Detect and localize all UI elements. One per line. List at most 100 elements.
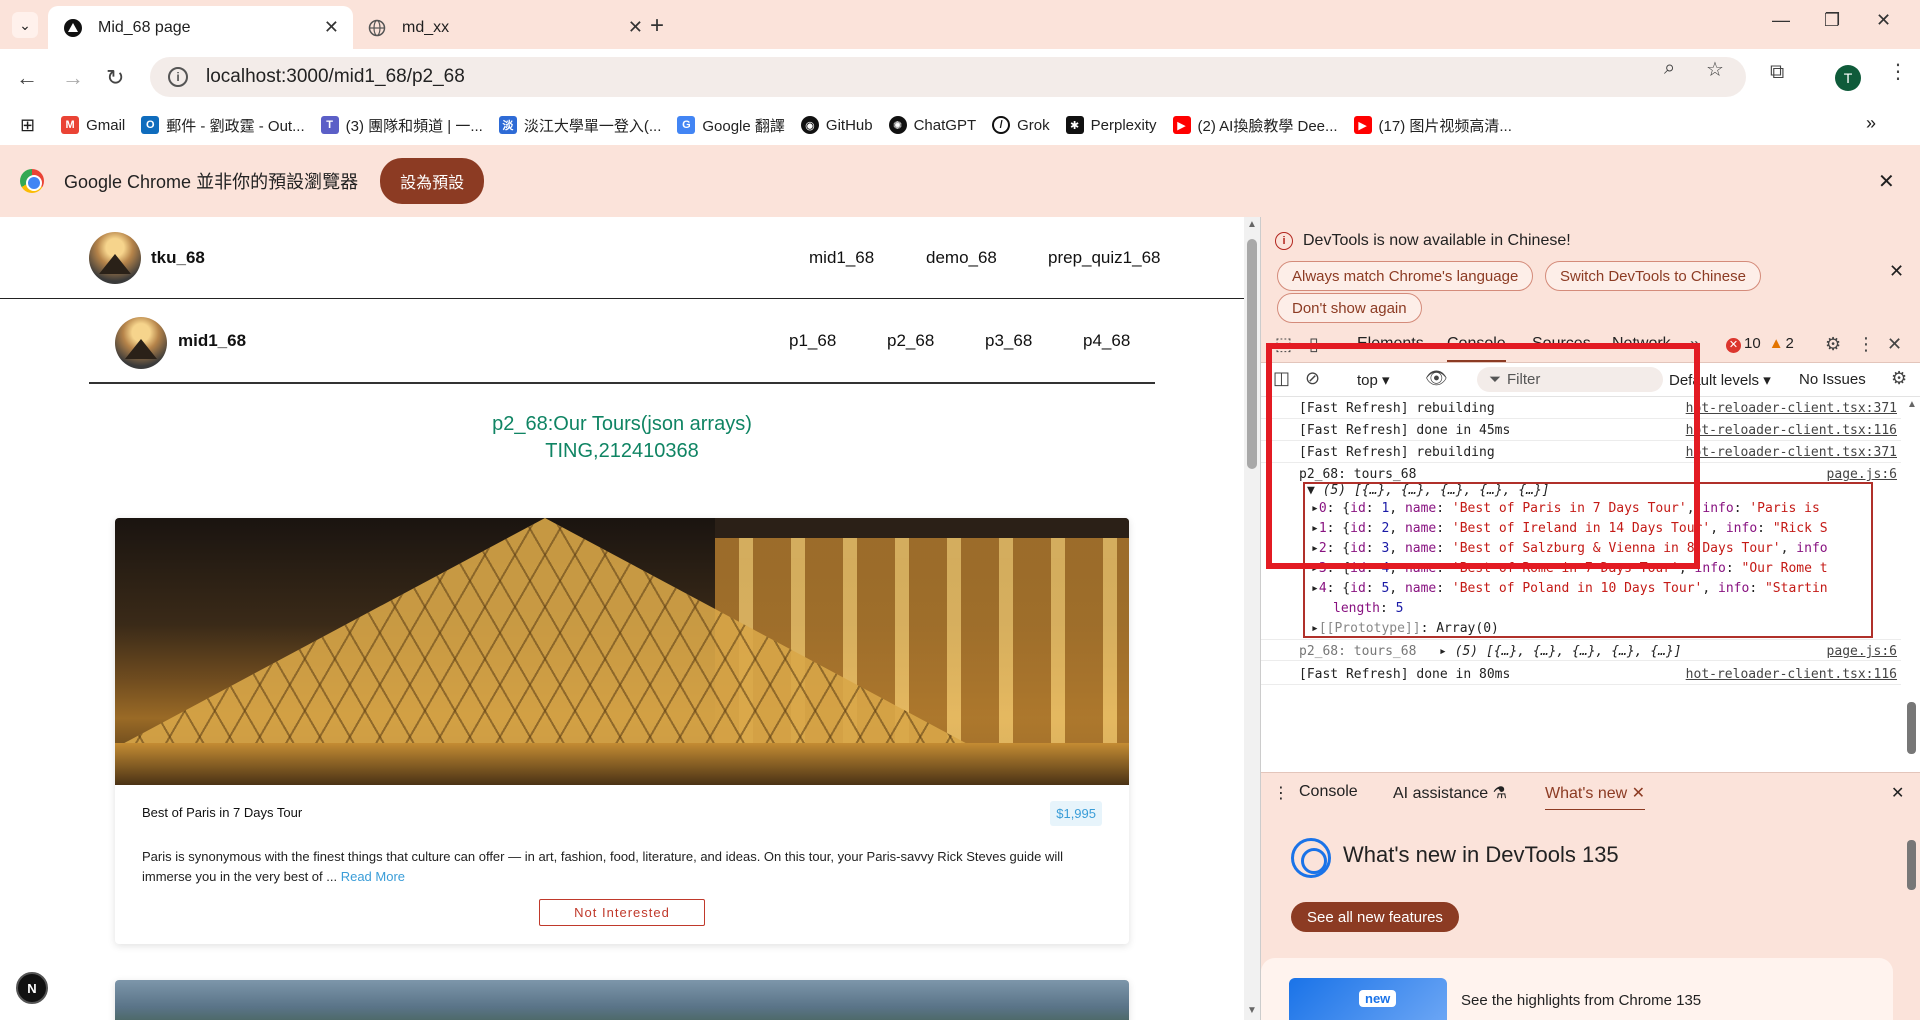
tab-close-icon[interactable]: ✕: [324, 17, 339, 38]
switch-to-chinese-button[interactable]: Switch DevTools to Chinese: [1545, 261, 1761, 291]
infobar-close-icon[interactable]: ✕: [1878, 169, 1895, 194]
apps-grid-icon[interactable]: ⊞: [20, 115, 35, 136]
url-text[interactable]: localhost:3000/mid1_68/p2_68: [206, 66, 465, 88]
bookmark-chatgpt[interactable]: ✺ ChatGPT: [888, 116, 976, 134]
github-icon: ◉: [800, 116, 819, 134]
menu-kebab-icon[interactable]: ⋮: [1888, 59, 1908, 84]
source-link[interactable]: hot-reloader-client.tsx:371: [1686, 445, 1897, 460]
page-scrollbar-thumb[interactable]: [1247, 239, 1257, 469]
close-window-icon[interactable]: ✕: [1876, 10, 1891, 31]
reload-icon[interactable]: ↻: [106, 65, 124, 91]
sub-link-p3[interactable]: p3_68: [985, 331, 1032, 351]
page-title: p2_68:Our Tours(json arrays): [492, 413, 752, 435]
back-arrow-icon[interactable]: ←: [16, 65, 38, 91]
banner-close-icon[interactable]: ✕: [1889, 261, 1904, 282]
nextjs-triangle-icon: [62, 17, 84, 39]
always-match-language-button[interactable]: Always match Chrome's language: [1277, 261, 1534, 291]
bookmark-perplexity[interactable]: ✱ Perplexity: [1065, 116, 1157, 134]
drawer-menu-kebab-icon[interactable]: ⋮: [1273, 783, 1289, 803]
whats-new-title: What's new in DevTools 135: [1343, 842, 1619, 867]
gmail-icon: M: [61, 116, 80, 134]
bookmarks-overflow-chevron-icon[interactable]: »: [1866, 113, 1876, 134]
console-settings-gear-icon[interactable]: ⚙: [1891, 368, 1907, 389]
bookmark-gmail[interactable]: M Gmail: [61, 116, 125, 134]
not-interested-button[interactable]: Not Interested: [539, 899, 705, 926]
nextjs-dev-indicator[interactable]: N: [16, 972, 48, 1004]
set-default-button[interactable]: 設為預設: [380, 158, 485, 204]
tab-title: md_xx: [402, 18, 450, 36]
settings-gear-icon[interactable]: ⚙: [1825, 334, 1841, 355]
page-subtitle: TING,212410368: [545, 440, 699, 462]
new-tab-plus-icon[interactable]: +: [650, 12, 664, 40]
close-devtools-icon[interactable]: ✕: [1887, 334, 1902, 355]
sub-logo-image[interactable]: [115, 317, 167, 369]
issue-counter[interactable]: ✕ 10 ▲ 2: [1726, 335, 1794, 353]
bookmark-google-translate[interactable]: G Google 翻譯: [677, 115, 785, 136]
bookmark-teams[interactable]: T (3) 團隊和頻道 | 一...: [320, 115, 483, 136]
bookmark-star-icon[interactable]: ☆: [1706, 57, 1724, 82]
dont-show-again-button[interactable]: Don't show again: [1277, 293, 1422, 323]
devtools-menu-kebab-icon[interactable]: ⋮: [1857, 334, 1875, 355]
youtube-icon: ▶: [1172, 116, 1191, 134]
source-link[interactable]: page.js:6: [1827, 644, 1897, 659]
bookmark-grok[interactable]: / Grok: [992, 116, 1050, 134]
read-more-link[interactable]: Read More: [341, 869, 405, 884]
brand-mid1[interactable]: mid1_68: [178, 331, 246, 351]
tab-search-chevron-icon[interactable]: ⌄: [12, 12, 38, 38]
tour-card-body: Best of Paris in 7 Days Tour $1,995 Pari…: [115, 785, 1129, 944]
source-link[interactable]: hot-reloader-client.tsx:116: [1686, 667, 1897, 682]
sub-navbar: mid1_68 p1_68 p2_68 p3_68 p4_68: [89, 299, 1155, 384]
minimize-icon[interactable]: —: [1772, 10, 1790, 31]
restore-icon[interactable]: ❐: [1824, 10, 1840, 31]
chrome-logo-icon: [20, 169, 44, 193]
source-link[interactable]: page.js:6: [1827, 467, 1897, 482]
site-logo-image[interactable]: [89, 232, 141, 284]
brand-tku68[interactable]: tku_68: [151, 248, 205, 268]
tab-mid68[interactable]: Mid_68 page ✕: [48, 6, 353, 49]
drawer-scrollbar[interactable]: [1905, 810, 1919, 1020]
red-annotation-box: [1266, 343, 1700, 569]
sub-link-p1[interactable]: p1_68: [789, 331, 836, 351]
bookmark-youtube-2[interactable]: ▶ (17) 图片视频高清...: [1353, 115, 1512, 136]
whats-new-panel: What's new in DevTools 135 See all new f…: [1261, 810, 1920, 1020]
highlights-card[interactable]: new See the highlights from Chrome 135: [1261, 958, 1893, 1020]
close-tab-icon[interactable]: ✕: [1632, 785, 1645, 802]
console-scrollbar-thumb[interactable]: [1907, 702, 1916, 754]
error-icon: ✕: [1726, 338, 1741, 353]
grok-icon: /: [992, 116, 1011, 134]
tour-image: [115, 980, 1129, 1020]
drawer-tab-ai-assistance[interactable]: AI assistance ⚗: [1393, 783, 1507, 803]
tab-close-icon[interactable]: ✕: [628, 17, 643, 38]
sub-link-p2[interactable]: p2_68: [887, 331, 934, 351]
site-info-icon[interactable]: i: [168, 67, 188, 87]
extensions-puzzle-icon[interactable]: ⧉: [1770, 61, 1784, 84]
array-summary-collapsed[interactable]: ▸ (5) [{…}, {…}, {…}, {…}, {…}]: [1439, 644, 1682, 659]
close-drawer-icon[interactable]: ✕: [1891, 783, 1904, 803]
address-bar[interactable]: i localhost:3000/mid1_68/p2_68: [150, 57, 1746, 97]
page-scrollbar[interactable]: ▲ ▼: [1244, 217, 1260, 1020]
bookmark-tku[interactable]: 淡淡江大學單一登入(...: [498, 115, 661, 136]
drawer-tab-console[interactable]: Console: [1299, 783, 1358, 801]
nav-link-prep-quiz1[interactable]: prep_quiz1_68: [1048, 248, 1160, 268]
bookmark-outlook[interactable]: O 郵件 - 劉政霆 - Out...: [141, 115, 305, 136]
new-badge: new: [1359, 990, 1397, 1007]
zoom-icon[interactable]: ⌕: [1664, 57, 1675, 80]
drawer-scrollbar-thumb[interactable]: [1907, 840, 1916, 890]
issues-link[interactable]: No Issues: [1799, 371, 1866, 388]
forward-arrow-icon[interactable]: →: [62, 65, 84, 91]
bookmark-github[interactable]: ◉ GitHub: [800, 116, 873, 134]
globe-icon: [366, 17, 388, 39]
bookmark-youtube-1[interactable]: ▶ (2) AI換臉教學 Dee...: [1172, 115, 1338, 136]
source-link[interactable]: hot-reloader-client.tsx:116: [1686, 423, 1897, 438]
drawer-tab-whats-new[interactable]: What's new ✕: [1545, 783, 1646, 811]
tab-md-xx[interactable]: md_xx ✕: [352, 6, 657, 49]
highlights-video-thumbnail[interactable]: new: [1289, 978, 1447, 1020]
see-all-features-button[interactable]: See all new features: [1291, 902, 1459, 932]
nav-link-mid1[interactable]: mid1_68: [809, 248, 874, 268]
profile-avatar[interactable]: T: [1835, 65, 1861, 91]
source-link[interactable]: hot-reloader-client.tsx:371: [1686, 401, 1897, 416]
outlook-icon: O: [141, 116, 160, 134]
nav-link-demo[interactable]: demo_68: [926, 248, 997, 268]
devtools-language-banner: i DevTools is now available in Chinese! …: [1261, 217, 1920, 325]
sub-link-p4[interactable]: p4_68: [1083, 331, 1130, 351]
